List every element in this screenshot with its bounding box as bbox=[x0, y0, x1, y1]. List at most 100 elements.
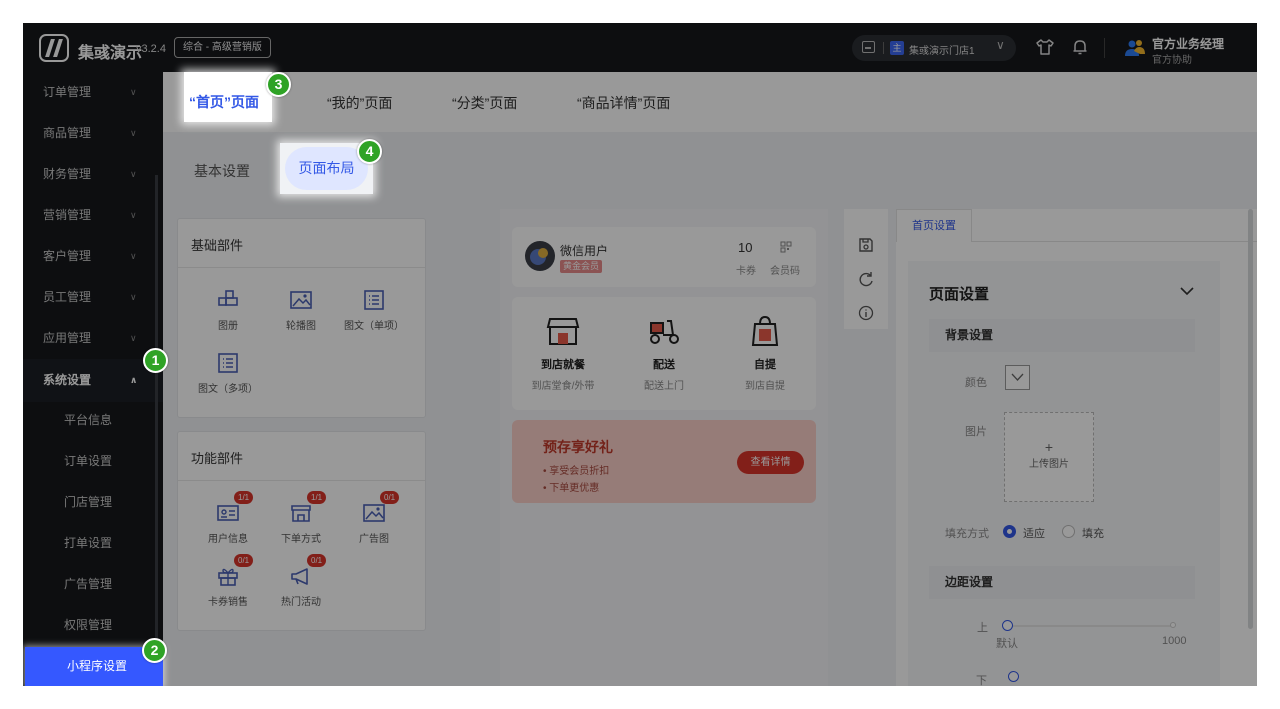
color-picker[interactable] bbox=[1005, 365, 1030, 390]
sidebar-subitem-permissions[interactable]: 权限管理 bbox=[23, 605, 163, 646]
order-option-subtitle: 到店自提 bbox=[745, 381, 785, 392]
store-selector[interactable]: 主 集彧演示门店1 ∨ bbox=[852, 35, 1016, 61]
usage-count-badge: 0/1 bbox=[380, 491, 400, 504]
sidebar: 订单管理 ∨ 商品管理 ∨ 财务管理 ∨ 营销管理 ∨ 客户管理 ∨ 员工管理 ∨ 应用管理… bbox=[23, 72, 163, 686]
user-name[interactable]: 官方业务经理 bbox=[1152, 35, 1224, 52]
promo-line: • 享受会员折扣 bbox=[543, 466, 610, 477]
sidebar-item-finance[interactable]: 财务管理 ∨ bbox=[23, 154, 163, 195]
page-tabs: “我的”页面 “分类”页面 “商品详情”页面 bbox=[163, 72, 1257, 132]
component-ad-image[interactable]: 0/1 广告图 bbox=[339, 491, 409, 545]
list-icon bbox=[218, 353, 238, 373]
panel-title: 基础部件 bbox=[191, 238, 244, 253]
shirt-icon[interactable] bbox=[1035, 37, 1055, 57]
sidebar-item-label: 客户管理 bbox=[43, 249, 92, 263]
radio-fit[interactable] bbox=[1003, 525, 1016, 538]
component-carousel[interactable]: 轮播图 bbox=[266, 289, 336, 332]
info-icon[interactable] bbox=[858, 305, 874, 321]
sidebar-item-orders[interactable]: 订单管理 ∨ bbox=[23, 72, 163, 113]
list-icon bbox=[364, 290, 384, 310]
sidebar-subitem-platform-info[interactable]: 平台信息 bbox=[23, 400, 163, 441]
preview-user-card[interactable]: 微信用户 黄金会员 10 卡券 会员码 bbox=[512, 227, 816, 287]
settings-scrollbar[interactable] bbox=[1248, 209, 1253, 629]
sidebar-item-system-settings[interactable]: 系统设置 ∧ bbox=[23, 359, 163, 402]
image-icon bbox=[290, 291, 312, 309]
sidebar-subitem-store-management[interactable]: 门店管理 bbox=[23, 482, 163, 523]
chevron-down-icon: ∨ bbox=[130, 292, 137, 302]
sidebar-subitem-order-settings[interactable]: 订单设置 bbox=[23, 441, 163, 482]
megaphone-icon bbox=[291, 568, 308, 585]
coupon-label: 卡券 bbox=[736, 266, 756, 277]
usage-count-badge: 0/1 bbox=[234, 554, 254, 567]
tab-basic-settings[interactable]: 基本设置 bbox=[194, 161, 250, 181]
order-option-title: 自提 bbox=[754, 359, 776, 371]
promo-banner[interactable]: 预存享好礼 • 享受会员折扣 • 下单更优惠 查看详情 bbox=[512, 420, 816, 503]
page-settings-title: 页面设置 bbox=[929, 286, 990, 303]
radio-fill[interactable] bbox=[1062, 525, 1075, 538]
top-margin-slider[interactable] bbox=[1005, 625, 1173, 627]
component-hot-activity[interactable]: 0/1 热门活动 bbox=[266, 554, 336, 608]
fill-mode-label: 填充方式 bbox=[945, 528, 989, 540]
sidebar-scrollbar[interactable] bbox=[155, 175, 158, 686]
slider-handle[interactable] bbox=[1008, 671, 1019, 682]
order-option-pickup[interactable]: 自提 到店自提 bbox=[720, 315, 810, 392]
slider-min-label: 默认 bbox=[996, 638, 1018, 650]
order-method-card: 到店就餐 到店堂食/外带 配送 配送上门 自提 到店自提 bbox=[512, 297, 816, 410]
sidebar-item-customers[interactable]: 客户管理 ∨ bbox=[23, 236, 163, 277]
order-option-dine-in[interactable]: 到店就餐 到店堂食/外带 bbox=[518, 315, 608, 392]
basic-components-panel: 基础部件 图册 轮播图 图文（单项） 图文（多项） bbox=[177, 218, 426, 418]
upload-image-box[interactable]: + 上传图片 bbox=[1004, 412, 1094, 502]
tab-home-page[interactable]: “首页”页面 bbox=[184, 72, 272, 122]
upload-label: 上传图片 bbox=[1029, 459, 1069, 470]
promo-title: 预存享好礼 bbox=[543, 439, 613, 455]
slider-end-dot bbox=[1170, 622, 1176, 628]
component-label: 图文（多项） bbox=[198, 384, 258, 395]
bell-icon[interactable] bbox=[1070, 37, 1090, 57]
sidebar-item-label: 财务管理 bbox=[43, 167, 92, 181]
step-marker-4: 4 bbox=[357, 139, 382, 164]
component-coupon-sales[interactable]: 0/1 卡券销售 bbox=[193, 554, 263, 608]
preview-user-name: 微信用户 bbox=[560, 244, 609, 258]
order-option-delivery[interactable]: 配送 配送上门 bbox=[619, 315, 709, 392]
store-icon bbox=[862, 41, 875, 53]
tab-my-page[interactable]: “我的”页面 bbox=[327, 93, 392, 113]
app-version: v3.2.4 bbox=[136, 43, 166, 55]
chevron-down-icon: ∨ bbox=[130, 210, 137, 220]
sidebar-item-staff[interactable]: 员工管理 ∨ bbox=[23, 277, 163, 318]
sidebar-item-label: 营销管理 bbox=[43, 208, 92, 222]
refresh-icon[interactable] bbox=[858, 271, 874, 287]
slider-handle[interactable] bbox=[1002, 620, 1013, 631]
sidebar-subitem-ad-management[interactable]: 广告管理 bbox=[23, 564, 163, 605]
component-label: 广告图 bbox=[359, 534, 389, 545]
step-marker-1: 1 bbox=[143, 348, 168, 373]
component-album[interactable]: 图册 bbox=[193, 289, 263, 332]
sidebar-subitem-label: 订单设置 bbox=[64, 454, 113, 468]
sidebar-item-apps[interactable]: 应用管理 ∨ bbox=[23, 318, 163, 359]
radio-fill-label: 填充 bbox=[1082, 528, 1104, 540]
slider-max-label: 1000 bbox=[1162, 635, 1187, 647]
tab-product-detail-page[interactable]: “商品详情”页面 bbox=[577, 93, 670, 113]
sidebar-subitem-print-settings[interactable]: 打单设置 bbox=[23, 523, 163, 564]
view-details-button[interactable]: 查看详情 bbox=[737, 451, 804, 474]
tab-homepage-settings[interactable]: 首页设置 bbox=[896, 209, 972, 242]
usage-count-badge: 0/1 bbox=[307, 554, 327, 567]
component-text-image-multi[interactable]: 图文（多项） bbox=[193, 352, 263, 395]
topbar-divider bbox=[1104, 38, 1105, 58]
save-icon[interactable] bbox=[858, 237, 874, 253]
component-label: 用户信息 bbox=[208, 534, 248, 545]
sidebar-subitem-label: 广告管理 bbox=[64, 577, 113, 591]
component-order-method[interactable]: 1/1 下单方式 bbox=[266, 491, 336, 545]
sidebar-item-marketing[interactable]: 营销管理 ∨ bbox=[23, 195, 163, 236]
margin-section-header: 边距设置 bbox=[929, 566, 1195, 599]
sidebar-item-products[interactable]: 商品管理 ∨ bbox=[23, 113, 163, 154]
chevron-down-icon bbox=[1011, 373, 1024, 381]
settings-panel: 首页设置 页面设置 背景设置 颜色 图片 + 上传图片 填充方式 适应 填充 边… bbox=[896, 209, 1257, 686]
sidebar-item-label: 系统设置 bbox=[43, 373, 92, 387]
tab-category-page[interactable]: “分类”页面 bbox=[452, 93, 517, 113]
tab-page-layout-label: 页面布局 bbox=[285, 147, 368, 190]
radio-fit-label: 适应 bbox=[1023, 528, 1045, 540]
component-user-info[interactable]: 1/1 用户信息 bbox=[193, 491, 263, 545]
chevron-down-icon[interactable] bbox=[1180, 286, 1194, 296]
qr-code-icon bbox=[780, 241, 792, 253]
sidebar-item-label: 应用管理 bbox=[43, 331, 92, 345]
component-text-image-single[interactable]: 图文（单项） bbox=[339, 289, 409, 332]
